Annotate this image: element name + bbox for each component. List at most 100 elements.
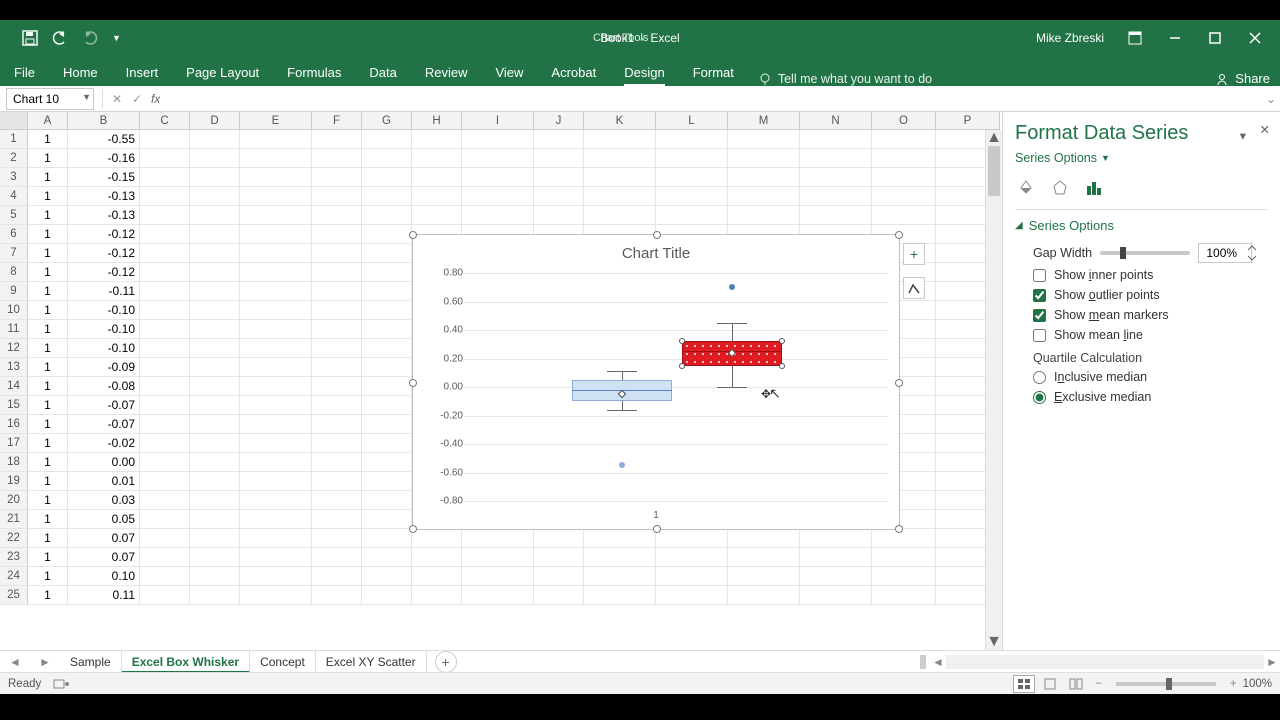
save-icon[interactable] bbox=[22, 30, 38, 46]
cell[interactable] bbox=[190, 358, 240, 377]
cell[interactable] bbox=[362, 567, 412, 586]
cell[interactable] bbox=[534, 529, 584, 548]
row-header[interactable]: 23 bbox=[0, 548, 28, 567]
cell[interactable]: 1 bbox=[28, 434, 68, 453]
cell[interactable] bbox=[872, 567, 936, 586]
cell[interactable] bbox=[240, 548, 312, 567]
cell[interactable] bbox=[140, 529, 190, 548]
row-header[interactable]: 15 bbox=[0, 396, 28, 415]
cell[interactable]: -0.55 bbox=[68, 130, 140, 149]
cell[interactable] bbox=[412, 567, 462, 586]
cell[interactable] bbox=[728, 149, 800, 168]
cell[interactable] bbox=[140, 282, 190, 301]
cell[interactable]: 1 bbox=[28, 206, 68, 225]
tab-format[interactable]: Format bbox=[679, 59, 748, 86]
cell[interactable] bbox=[240, 339, 312, 358]
cell[interactable] bbox=[362, 491, 412, 510]
column-header[interactable]: P bbox=[936, 112, 1000, 129]
zoom-slider[interactable] bbox=[1116, 682, 1216, 686]
cell[interactable] bbox=[656, 567, 728, 586]
row-header[interactable]: 20 bbox=[0, 491, 28, 510]
cell[interactable] bbox=[362, 510, 412, 529]
cell[interactable]: -0.11 bbox=[68, 282, 140, 301]
cell[interactable] bbox=[140, 548, 190, 567]
cell[interactable] bbox=[362, 168, 412, 187]
gap-width-slider[interactable] bbox=[1100, 251, 1190, 255]
column-header[interactable]: A bbox=[28, 112, 68, 129]
sheet-tab-xy-scatter[interactable]: Excel XY Scatter bbox=[316, 651, 427, 673]
cell[interactable] bbox=[362, 301, 412, 320]
row-header[interactable]: 5 bbox=[0, 206, 28, 225]
gap-width-input[interactable] bbox=[1198, 243, 1252, 263]
cell[interactable] bbox=[190, 263, 240, 282]
cell[interactable]: 0.10 bbox=[68, 567, 140, 586]
cell[interactable] bbox=[140, 339, 190, 358]
horizontal-scrollbar[interactable]: ◄ ► bbox=[920, 654, 1280, 670]
cell[interactable] bbox=[312, 377, 362, 396]
cell[interactable]: 1 bbox=[28, 358, 68, 377]
cell[interactable] bbox=[362, 529, 412, 548]
cell[interactable] bbox=[584, 586, 656, 605]
cell[interactable] bbox=[140, 149, 190, 168]
cell[interactable] bbox=[656, 168, 728, 187]
cell[interactable] bbox=[140, 415, 190, 434]
column-header[interactable]: B bbox=[68, 112, 140, 129]
cell[interactable] bbox=[240, 529, 312, 548]
tab-insert[interactable]: Insert bbox=[112, 59, 173, 86]
row-header[interactable]: 22 bbox=[0, 529, 28, 548]
cell[interactable] bbox=[362, 130, 412, 149]
cell[interactable] bbox=[190, 130, 240, 149]
cell[interactable]: -0.12 bbox=[68, 225, 140, 244]
cell[interactable] bbox=[534, 187, 584, 206]
minimize-icon[interactable] bbox=[1158, 20, 1192, 56]
cell[interactable] bbox=[872, 187, 936, 206]
cell[interactable]: 1 bbox=[28, 282, 68, 301]
cell[interactable] bbox=[240, 320, 312, 339]
cell[interactable] bbox=[312, 320, 362, 339]
cell[interactable] bbox=[728, 586, 800, 605]
cell[interactable] bbox=[412, 586, 462, 605]
cell[interactable] bbox=[140, 320, 190, 339]
cell[interactable]: 1 bbox=[28, 472, 68, 491]
row-header[interactable]: 18 bbox=[0, 453, 28, 472]
zoom-in-icon[interactable]: + bbox=[1230, 678, 1237, 690]
cell[interactable] bbox=[312, 491, 362, 510]
cell[interactable] bbox=[312, 510, 362, 529]
cell[interactable] bbox=[312, 548, 362, 567]
column-header[interactable]: J bbox=[534, 112, 584, 129]
row-header[interactable]: 21 bbox=[0, 510, 28, 529]
cell[interactable] bbox=[240, 472, 312, 491]
cell[interactable]: -0.07 bbox=[68, 415, 140, 434]
row-header[interactable]: 7 bbox=[0, 244, 28, 263]
show-mean-line-checkbox[interactable]: Show mean line bbox=[1015, 325, 1268, 345]
share-button[interactable]: Share bbox=[1215, 71, 1280, 86]
cell[interactable] bbox=[312, 567, 362, 586]
cell[interactable] bbox=[362, 149, 412, 168]
cell[interactable] bbox=[140, 567, 190, 586]
scroll-down-icon[interactable]: ▼ bbox=[986, 634, 1002, 650]
cell[interactable] bbox=[140, 263, 190, 282]
tab-design[interactable]: Design bbox=[610, 59, 678, 86]
cell[interactable] bbox=[462, 529, 534, 548]
cell[interactable] bbox=[872, 548, 936, 567]
cell[interactable] bbox=[312, 225, 362, 244]
cell[interactable] bbox=[534, 168, 584, 187]
cell[interactable]: -0.16 bbox=[68, 149, 140, 168]
cell[interactable] bbox=[190, 244, 240, 263]
cell[interactable]: 1 bbox=[28, 225, 68, 244]
row-header[interactable]: 14 bbox=[0, 377, 28, 396]
cell[interactable] bbox=[240, 168, 312, 187]
scroll-left-icon[interactable]: ◄ bbox=[930, 655, 946, 669]
cell[interactable]: -0.08 bbox=[68, 377, 140, 396]
name-box[interactable]: Chart 10 ▼ bbox=[6, 88, 94, 110]
cell[interactable] bbox=[872, 168, 936, 187]
cell[interactable] bbox=[362, 586, 412, 605]
formula-input[interactable] bbox=[160, 88, 1262, 110]
cell[interactable] bbox=[462, 206, 534, 225]
cell[interactable] bbox=[728, 548, 800, 567]
cell[interactable] bbox=[190, 472, 240, 491]
cell[interactable] bbox=[362, 339, 412, 358]
cell[interactable] bbox=[362, 358, 412, 377]
cell[interactable]: 1 bbox=[28, 377, 68, 396]
cell[interactable] bbox=[728, 529, 800, 548]
